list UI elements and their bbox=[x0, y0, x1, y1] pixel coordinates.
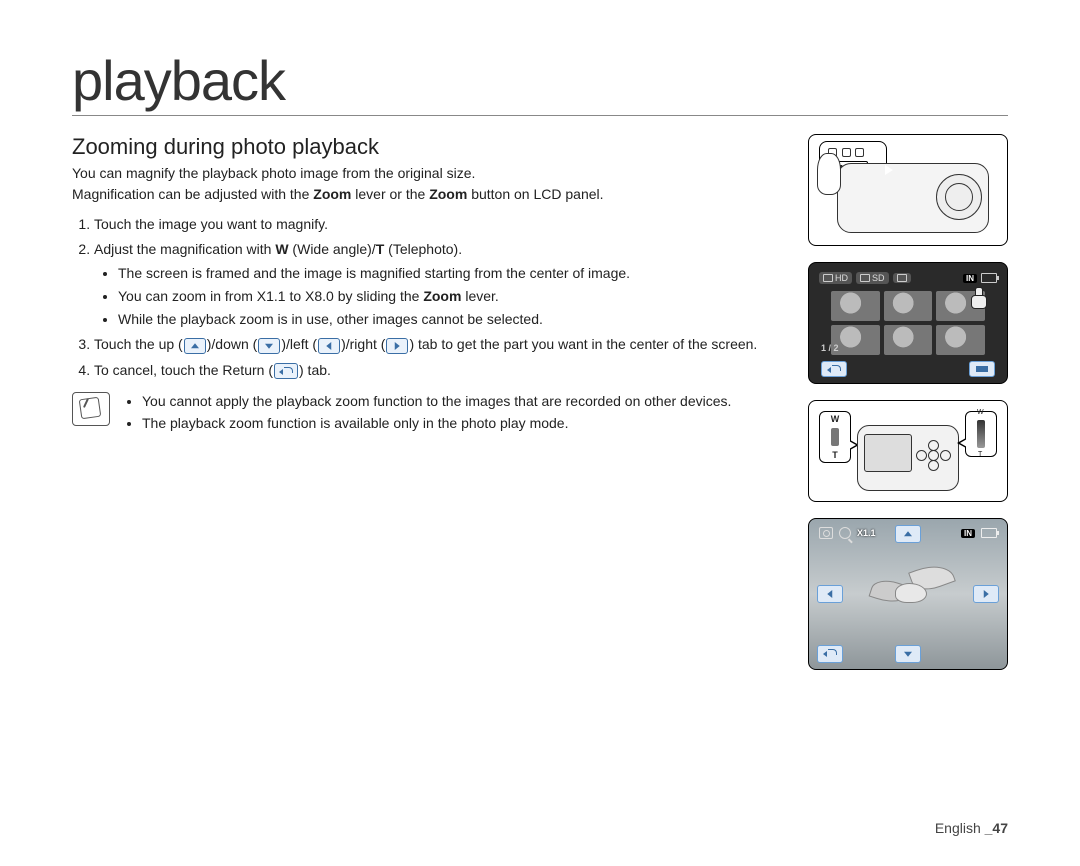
step-1: Touch the image you want to magnify. bbox=[94, 214, 788, 236]
figure-column: MODE HD SD IN bbox=[808, 134, 1008, 670]
page-header: playback bbox=[72, 48, 1008, 116]
touch-cursor-icon bbox=[969, 285, 991, 309]
page-footer: English _47 bbox=[935, 820, 1008, 836]
magnify-icon bbox=[839, 527, 851, 539]
note-2: The playback zoom function is available … bbox=[142, 414, 731, 432]
section-title: Zooming during photo playback bbox=[72, 134, 788, 160]
menu-button-icon bbox=[969, 361, 995, 377]
figure-zoomed-photo: X1.1 IN bbox=[808, 518, 1008, 670]
right-icon bbox=[386, 338, 408, 354]
down-icon bbox=[258, 338, 280, 354]
intro-line-2: Magnification can be adjusted with the Z… bbox=[72, 185, 788, 204]
thumbnail bbox=[884, 325, 933, 355]
zoom-lever-bubble: W T bbox=[819, 411, 851, 463]
return-button-icon bbox=[821, 361, 847, 377]
note-icon bbox=[72, 392, 110, 426]
note-block: You cannot apply the playback zoom funct… bbox=[72, 392, 788, 436]
in-badge: IN bbox=[961, 529, 975, 538]
zoom-level: X1.1 bbox=[857, 528, 876, 538]
step-2-sub-1: The screen is framed and the image is ma… bbox=[118, 263, 788, 285]
photo-tab bbox=[893, 273, 911, 283]
left-icon bbox=[318, 338, 340, 354]
up-icon bbox=[184, 338, 206, 354]
figure-gallery-screen: HD SD IN 1 / 2 bbox=[808, 262, 1008, 384]
thumbnail bbox=[884, 291, 933, 321]
thumbnail-grid bbox=[831, 291, 985, 355]
nav-right-icon bbox=[973, 585, 999, 603]
thumbnail bbox=[936, 325, 985, 355]
nav-return-icon bbox=[817, 645, 843, 663]
nav-left-icon bbox=[817, 585, 843, 603]
bird-illustration bbox=[865, 561, 955, 621]
figure-mode-camera: MODE bbox=[808, 134, 1008, 246]
in-badge: IN bbox=[963, 274, 977, 283]
step-3: Touch the up ()/down ()/left ()/right ()… bbox=[94, 334, 788, 356]
nav-down-icon bbox=[895, 645, 921, 663]
nav-up-icon bbox=[895, 525, 921, 543]
step-2-sub-3: While the playback zoom is in use, other… bbox=[118, 309, 788, 331]
figure-zoom-controls: W T bbox=[808, 400, 1008, 502]
thumbnail bbox=[831, 291, 880, 321]
text-column: Zooming during photo playback You can ma… bbox=[72, 134, 788, 670]
camera-top-icon bbox=[857, 425, 959, 491]
return-icon bbox=[274, 363, 298, 379]
camera-body-icon bbox=[837, 163, 989, 233]
zoom-button-bubble bbox=[965, 411, 997, 457]
step-4: To cancel, touch the Return () tab. bbox=[94, 360, 788, 382]
step-2-sub-2: You can zoom in from X1.1 to X8.0 by sli… bbox=[118, 286, 788, 308]
step-2: Adjust the magnification with W (Wide an… bbox=[94, 239, 788, 330]
note-1: You cannot apply the playback zoom funct… bbox=[142, 392, 731, 410]
photo-mode-icon bbox=[819, 527, 833, 539]
sd-tab: SD bbox=[856, 272, 889, 284]
page-indicator: 1 / 2 bbox=[821, 343, 839, 353]
intro-line-1: You can magnify the playback photo image… bbox=[72, 164, 788, 183]
steps-list: Touch the image you want to magnify. Adj… bbox=[72, 214, 788, 382]
battery-icon bbox=[981, 273, 997, 283]
hd-tab: HD bbox=[819, 272, 852, 284]
battery-icon bbox=[981, 528, 997, 538]
